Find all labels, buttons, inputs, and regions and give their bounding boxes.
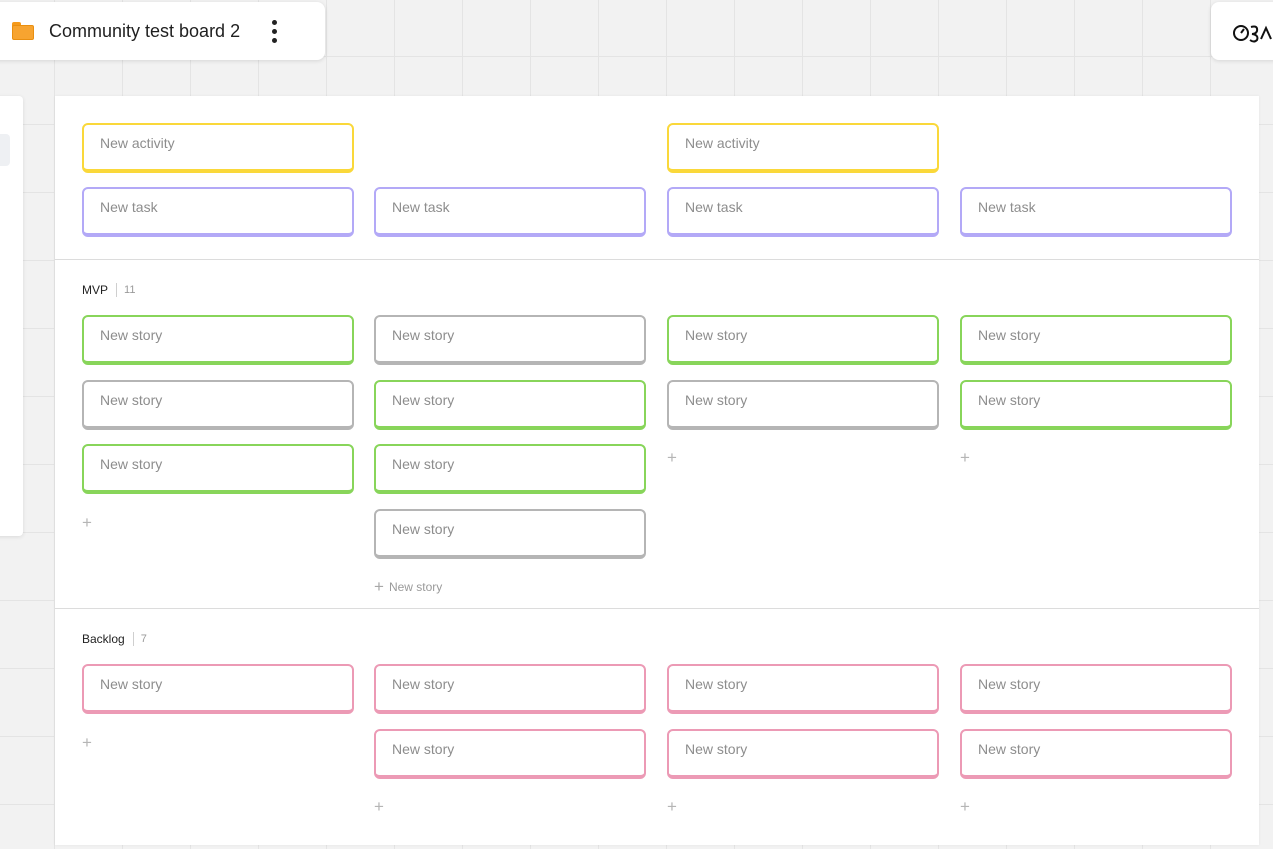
story-card[interactable]: New story (960, 664, 1232, 714)
release-story-count: 7 (140, 633, 147, 645)
story-card[interactable]: New story (374, 729, 646, 779)
story-card[interactable]: New story (667, 664, 939, 714)
story-card[interactable]: New story (667, 729, 939, 779)
activity-card[interactable]: New activity (82, 123, 354, 173)
add-story-button[interactable]: + New story (374, 577, 443, 596)
story-card[interactable]: New story (960, 380, 1232, 430)
story-card[interactable]: New story (667, 380, 939, 430)
add-story-button[interactable]: + (667, 449, 677, 466)
plus-icon: + (374, 577, 384, 596)
activity-card[interactable]: New activity (667, 123, 939, 173)
add-story-button[interactable]: + (667, 798, 677, 815)
release-name: MVP (82, 283, 109, 297)
release-header-backlog[interactable]: Backlog 7 (82, 632, 147, 646)
release-header-mvp[interactable]: MVP 11 (82, 283, 135, 297)
board-title[interactable]: Community test board 2 (49, 21, 240, 42)
add-story-button[interactable]: + (82, 514, 92, 531)
release-story-count: 11 (124, 284, 136, 296)
story-map-board: New activity New activity New task New t… (55, 96, 1259, 845)
story-card[interactable]: New story (960, 729, 1232, 779)
story-card[interactable]: New story (374, 509, 646, 559)
add-story-button[interactable]: + (960, 449, 970, 466)
story-card[interactable]: New story (667, 315, 939, 365)
side-toolbar-selected-item[interactable] (0, 134, 10, 166)
story-card[interactable]: New story (374, 444, 646, 494)
more-vertical-icon[interactable] (262, 15, 286, 47)
story-card[interactable]: New story (960, 315, 1232, 365)
task-card[interactable]: New task (960, 187, 1232, 237)
release-divider (55, 608, 1259, 609)
release-divider (55, 259, 1259, 260)
add-story-button[interactable]: + (960, 798, 970, 815)
story-card[interactable]: New story (82, 315, 354, 365)
story-card[interactable]: New story (374, 664, 646, 714)
add-story-label: New story (388, 580, 443, 594)
collaboration-widget[interactable] (1211, 2, 1273, 60)
add-story-button[interactable]: + (82, 734, 92, 751)
release-name: Backlog (82, 632, 125, 646)
story-card[interactable]: New story (374, 380, 646, 430)
side-toolbar (0, 96, 23, 536)
task-card[interactable]: New task (82, 187, 354, 237)
story-card[interactable]: New story (82, 444, 354, 494)
add-story-button[interactable]: + (374, 798, 384, 815)
app-logo-icon (1233, 25, 1272, 43)
task-card[interactable]: New task (374, 187, 646, 237)
board-header: Community test board 2 (0, 2, 325, 60)
story-card[interactable]: New story (82, 664, 354, 714)
story-card[interactable]: New story (374, 315, 646, 365)
story-card[interactable]: New story (82, 380, 354, 430)
task-card[interactable]: New task (667, 187, 939, 237)
folder-icon[interactable] (12, 22, 34, 40)
